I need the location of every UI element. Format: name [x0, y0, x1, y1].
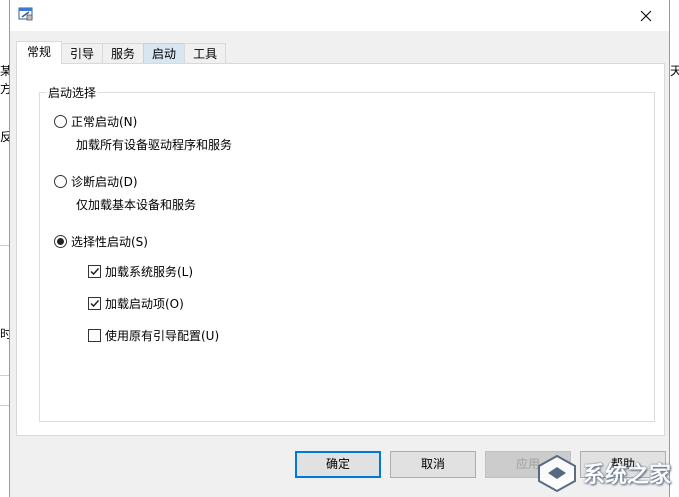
- checkmark-icon: [90, 267, 100, 276]
- msconfig-app-icon: [18, 6, 34, 22]
- checkbox-label: 使用原有引导配置(U): [105, 329, 220, 343]
- checkbox[interactable]: [88, 329, 101, 342]
- close-button[interactable]: [623, 0, 669, 31]
- background-divider: [0, 245, 9, 246]
- option-description: 仅加载基本设备和服务: [76, 198, 197, 212]
- radio-diagnostic-startup[interactable]: 诊断启动(D): [54, 173, 138, 190]
- watermark-text: 系统之家: [582, 463, 671, 488]
- checkbox[interactable]: [88, 297, 101, 310]
- radio-button[interactable]: [54, 175, 67, 188]
- radio-selective-startup[interactable]: 选择性启动(S): [54, 233, 148, 250]
- group-legend: 启动选择: [46, 84, 99, 101]
- general-tab-panel: 启动选择 正常启动(N) 加载所有设备驱动程序和服务 诊断启动(D) 仅加载基本…: [16, 63, 665, 436]
- option-description: 加载所有设备驱动程序和服务: [76, 138, 233, 152]
- startup-selection-group: 启动选择 正常启动(N) 加载所有设备驱动程序和服务 诊断启动(D) 仅加载基本…: [39, 84, 655, 422]
- tab-tools[interactable]: 工具: [184, 43, 227, 64]
- checkmark-icon: [90, 299, 100, 308]
- radio-normal-startup[interactable]: 正常启动(N): [54, 113, 137, 130]
- radio-label: 选择性启动(S): [71, 235, 148, 249]
- title-bar: [10, 0, 669, 31]
- checkbox[interactable]: [88, 265, 101, 278]
- checkbox-label: 加载系统服务(L): [105, 265, 194, 279]
- radio-button[interactable]: [54, 115, 67, 128]
- watermark-logo-icon: [537, 454, 576, 493]
- tab-strip: 常规 引导 服务 启动 工具: [16, 41, 227, 64]
- tab-general[interactable]: 常规: [16, 41, 63, 64]
- background-divider: [0, 375, 9, 376]
- radio-button[interactable]: [54, 235, 67, 248]
- background-window-right: 天: [669, 0, 679, 497]
- radio-label: 诊断启动(D): [71, 175, 138, 189]
- tab-boot[interactable]: 引导: [61, 43, 104, 64]
- checkbox-load-startup-items[interactable]: 加载启动项(O): [88, 295, 184, 312]
- ok-button[interactable]: 确定: [295, 451, 381, 478]
- close-icon: [640, 10, 652, 21]
- background-text: 天: [670, 64, 679, 78]
- site-watermark: 系统之家: [535, 453, 671, 493]
- checkbox-load-system-services[interactable]: 加载系统服务(L): [88, 263, 193, 280]
- radio-label: 正常启动(N): [71, 115, 138, 129]
- tab-startup[interactable]: 启动: [143, 43, 186, 64]
- tab-services[interactable]: 服务: [102, 43, 145, 64]
- cancel-button[interactable]: 取消: [390, 451, 476, 478]
- system-configuration-dialog: 常规 引导 服务 启动 工具 启动选择 正常启动(N) 加载所有设备驱动程序和服…: [9, 0, 670, 497]
- background-divider: [0, 405, 9, 406]
- checkbox-use-original-boot-config[interactable]: 使用原有引导配置(U): [88, 327, 219, 344]
- checkbox-label: 加载启动项(O): [105, 297, 184, 311]
